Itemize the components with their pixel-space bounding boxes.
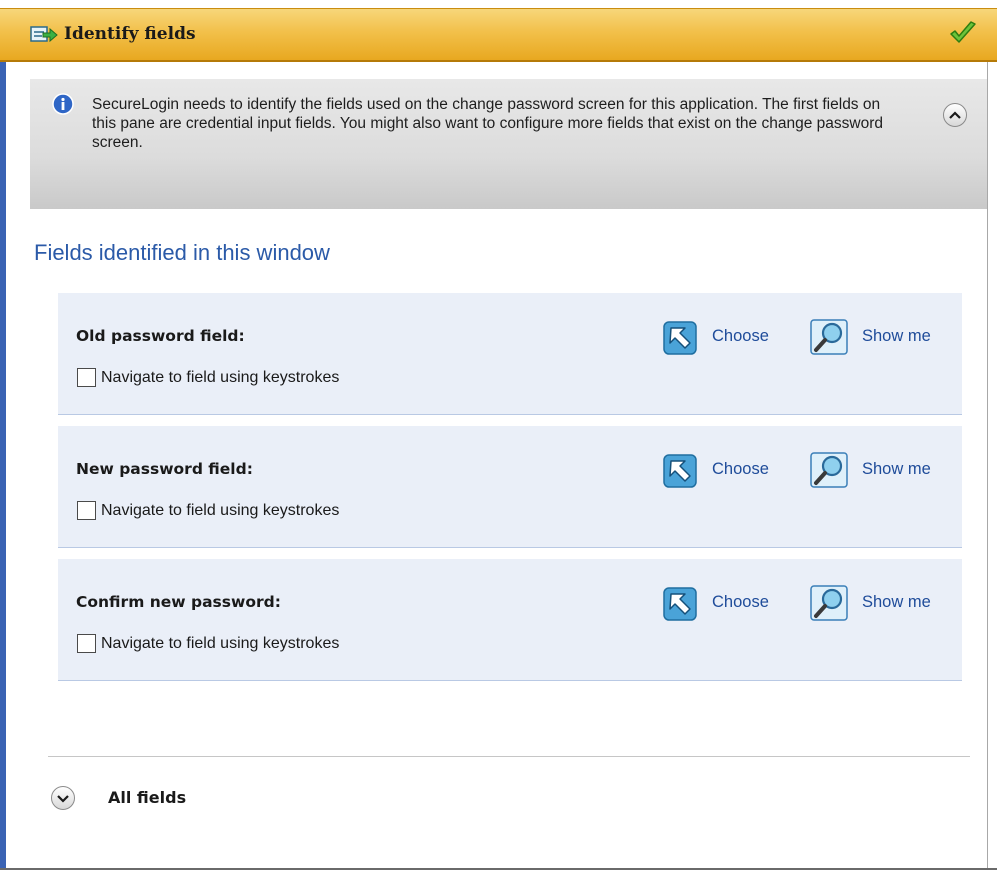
choose-pointer-icon[interactable] bbox=[663, 321, 697, 355]
choose-pointer-icon[interactable] bbox=[663, 454, 697, 488]
field-label: Confirm new password: bbox=[76, 593, 281, 611]
show-me-magnifier-icon[interactable] bbox=[810, 452, 848, 488]
field-label: New password field: bbox=[76, 460, 253, 478]
check-icon bbox=[950, 21, 976, 43]
field-row-old-password: Old password field: Navigate to field us… bbox=[58, 293, 962, 415]
field-row-confirm-password: Confirm new password: Navigate to field … bbox=[58, 559, 962, 681]
show-me-magnifier-icon[interactable] bbox=[810, 585, 848, 621]
all-fields-label[interactable]: All fields bbox=[108, 788, 186, 807]
show-me-link[interactable]: Show me bbox=[862, 593, 931, 612]
section-title: Fields identified in this window bbox=[34, 240, 330, 265]
identify-fields-window: Identify fields SecureLogin needs to ide… bbox=[0, 0, 997, 875]
navigate-keystrokes-label[interactable]: Navigate to field using keystrokes bbox=[101, 502, 339, 520]
show-me-link[interactable]: Show me bbox=[862, 460, 931, 479]
window-title: Identify fields bbox=[64, 24, 196, 44]
choose-pointer-icon[interactable] bbox=[663, 587, 697, 621]
window-bottom-border bbox=[0, 868, 997, 875]
window-right-border bbox=[987, 62, 988, 875]
show-me-magnifier-icon[interactable] bbox=[810, 319, 848, 355]
collapse-info-button[interactable] bbox=[943, 103, 967, 127]
choose-link[interactable]: Choose bbox=[712, 327, 769, 346]
navigate-keystrokes-checkbox[interactable] bbox=[77, 634, 96, 653]
field-label: Old password field: bbox=[76, 327, 245, 345]
info-panel: SecureLogin needs to identify the fields… bbox=[30, 79, 987, 209]
navigate-keystrokes-checkbox[interactable] bbox=[77, 501, 96, 520]
navigate-keystrokes-label[interactable]: Navigate to field using keystrokes bbox=[101, 635, 339, 653]
window-left-border bbox=[0, 62, 8, 875]
navigate-keystrokes-label[interactable]: Navigate to field using keystrokes bbox=[101, 369, 339, 387]
choose-link[interactable]: Choose bbox=[712, 593, 769, 612]
expand-all-fields-button[interactable] bbox=[51, 786, 75, 810]
choose-link[interactable]: Choose bbox=[712, 460, 769, 479]
section-divider bbox=[48, 756, 970, 757]
navigate-keystrokes-checkbox[interactable] bbox=[77, 368, 96, 387]
info-icon bbox=[52, 93, 74, 115]
info-text: SecureLogin needs to identify the fields… bbox=[92, 96, 883, 151]
title-bar: Identify fields bbox=[0, 8, 997, 62]
show-me-link[interactable]: Show me bbox=[862, 327, 931, 346]
chevron-up-icon bbox=[949, 111, 961, 119]
chevron-down-icon bbox=[57, 795, 69, 803]
field-row-new-password: New password field: Navigate to field us… bbox=[58, 426, 962, 548]
identify-fields-icon bbox=[30, 26, 58, 43]
